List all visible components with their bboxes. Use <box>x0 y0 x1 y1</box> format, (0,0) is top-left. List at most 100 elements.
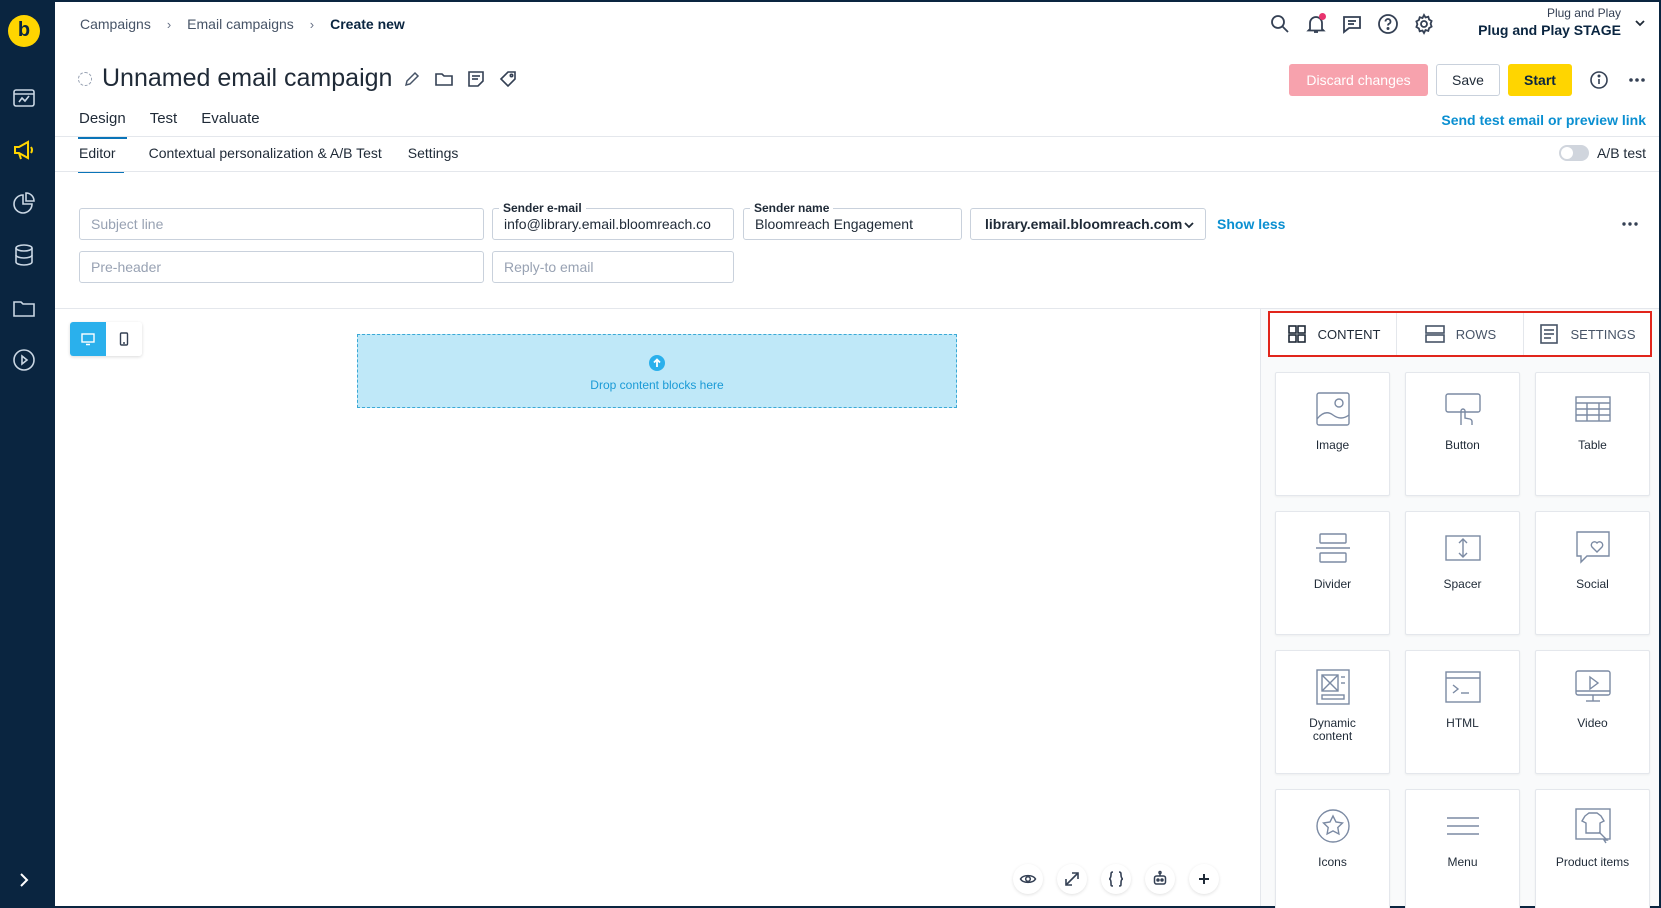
desktop-view-button[interactable] <box>70 322 106 356</box>
search-icon[interactable] <box>1268 12 1292 36</box>
settings-gear-icon[interactable] <box>1412 12 1436 36</box>
spacer-icon <box>1443 528 1483 568</box>
block-social[interactable]: Social <box>1535 511 1650 635</box>
ab-test-toggle[interactable] <box>1558 145 1589 161</box>
tab-settings-label: SETTINGS <box>1570 326 1636 342</box>
block-label: Social <box>1576 577 1609 591</box>
block-label: Video <box>1577 716 1608 730</box>
tab-panel-settings[interactable]: SETTINGS <box>1524 313 1650 355</box>
video-icon <box>1573 667 1613 707</box>
block-label: Divider <box>1313 577 1352 591</box>
block-video[interactable]: Video <box>1535 650 1650 774</box>
pre-header-input[interactable]: Pre-header <box>79 251 484 283</box>
mobile-view-button[interactable] <box>106 322 142 356</box>
scenarios-play-icon[interactable] <box>11 347 37 373</box>
breadcrumb-campaigns[interactable]: Campaigns <box>80 16 151 32</box>
document-settings-icon <box>1540 324 1559 344</box>
folder-icon[interactable] <box>434 69 454 89</box>
dashboard-icon[interactable] <box>11 85 37 111</box>
window-frame-top <box>55 0 1661 2</box>
subject-line-input[interactable]: Subject line <box>79 208 484 240</box>
block-table[interactable]: Table <box>1535 372 1650 496</box>
ab-test-toggle-group: A/B test <box>1558 145 1646 161</box>
block-button[interactable]: Button <box>1405 372 1520 496</box>
campaigns-megaphone-icon[interactable] <box>11 137 37 163</box>
tab-rows-label: ROWS <box>1455 326 1497 342</box>
block-divider[interactable]: Divider <box>1275 511 1390 635</box>
grid-icon <box>1287 325 1306 343</box>
data-database-icon[interactable] <box>11 242 37 268</box>
title-row: Unnamed email campaign <box>78 64 518 93</box>
add-plus-icon[interactable] <box>1189 864 1219 894</box>
project-org: Plug and Play <box>1546 6 1621 20</box>
tab-personalization-ab[interactable]: Contextual personalization & A/B Test <box>148 145 383 173</box>
start-button[interactable]: Start <box>1508 64 1572 96</box>
project-name: Plug and Play STAGE <box>1478 22 1621 38</box>
sender-email-label: Sender e-mail <box>499 201 586 215</box>
note-icon[interactable] <box>466 69 486 89</box>
drop-zone[interactable]: Drop content blocks here <box>357 334 957 408</box>
dynamic-content-icon <box>1313 667 1353 707</box>
bloomreach-logo[interactable]: b <box>8 15 40 47</box>
edit-pencil-icon[interactable] <box>402 69 422 89</box>
block-label: Table <box>1578 438 1607 452</box>
chat-icon[interactable] <box>1340 12 1364 36</box>
block-icons[interactable]: Icons <box>1275 789 1390 908</box>
analytics-pie-icon[interactable] <box>11 190 37 216</box>
tab-design[interactable]: Design <box>78 110 127 139</box>
social-icon <box>1573 528 1613 568</box>
block-dynamic-content[interactable]: Dynamic content <box>1275 650 1390 774</box>
block-label: Image <box>1315 438 1350 452</box>
block-image[interactable]: Image <box>1275 372 1390 496</box>
tab-content[interactable]: CONTENT <box>1270 313 1397 355</box>
more-options-icon[interactable] <box>1626 69 1648 91</box>
ab-test-label: A/B test <box>1596 145 1646 161</box>
block-html[interactable]: HTML <box>1405 650 1520 774</box>
code-braces-icon[interactable] <box>1101 864 1131 894</box>
assets-folder-icon[interactable] <box>11 295 37 321</box>
tab-evaluate[interactable]: Evaluate <box>200 110 260 139</box>
main-tabs: Design Test Evaluate <box>78 110 283 139</box>
info-icon[interactable] <box>1588 69 1610 91</box>
sender-domain-value: library.email.bloomreach.com <box>985 216 1183 232</box>
fullscreen-expand-icon[interactable] <box>1057 864 1087 894</box>
discard-changes-button[interactable]: Discard changes <box>1289 64 1428 96</box>
expand-nav-chevron-icon[interactable] <box>14 870 34 890</box>
block-label: Spacer <box>1443 577 1482 591</box>
rows-icon <box>1424 325 1445 343</box>
chevron-down-icon[interactable] <box>1633 16 1647 30</box>
ai-robot-icon[interactable] <box>1145 864 1175 894</box>
breadcrumb: Campaigns › Email campaigns › Create new <box>80 16 405 32</box>
sender-name-label: Sender name <box>750 201 834 215</box>
html-icon <box>1443 667 1483 707</box>
show-less-link[interactable]: Show less <box>1217 216 1285 232</box>
breadcrumb-chevron-icon: › <box>166 16 172 32</box>
canvas-toolbar <box>1013 864 1219 894</box>
preview-eye-icon[interactable] <box>1013 864 1043 894</box>
tab-settings[interactable]: Settings <box>407 145 460 173</box>
breadcrumb-email-campaigns[interactable]: Email campaigns <box>187 16 294 32</box>
block-product-items[interactable]: Product items <box>1535 789 1650 908</box>
breadcrumb-current: Create new <box>330 16 405 32</box>
tab-test[interactable]: Test <box>149 110 179 139</box>
block-spacer[interactable]: Spacer <box>1405 511 1520 635</box>
project-switcher[interactable]: Plug and Play Plug and Play STAGE <box>1478 6 1621 38</box>
menu-icon <box>1443 806 1483 846</box>
help-icon[interactable] <box>1376 12 1400 36</box>
save-button[interactable]: Save <box>1436 64 1500 96</box>
desktop-icon <box>81 333 95 346</box>
more-options-icon[interactable] <box>1620 216 1640 232</box>
tab-content-label: CONTENT <box>1317 326 1381 342</box>
icons-icon <box>1313 806 1353 846</box>
notifications-bell-icon[interactable] <box>1304 12 1328 36</box>
tag-icon[interactable] <box>498 69 518 89</box>
tab-editor[interactable]: Editor <box>78 145 124 173</box>
tab-rows[interactable]: ROWS <box>1397 313 1524 355</box>
send-test-email-link[interactable]: Send test email or preview link <box>1441 112 1646 128</box>
left-nav-rail: b <box>0 0 55 908</box>
sender-domain-select[interactable]: library.email.bloomreach.com <box>970 208 1206 240</box>
block-menu[interactable]: Menu <box>1405 789 1520 908</box>
sub-tabs: Editor Contextual personalization & A/B … <box>78 145 483 173</box>
content-blocks-grid: Image Button Table Divider Spacer Social… <box>1275 372 1650 908</box>
reply-to-email-input[interactable]: Reply-to email <box>492 251 734 283</box>
